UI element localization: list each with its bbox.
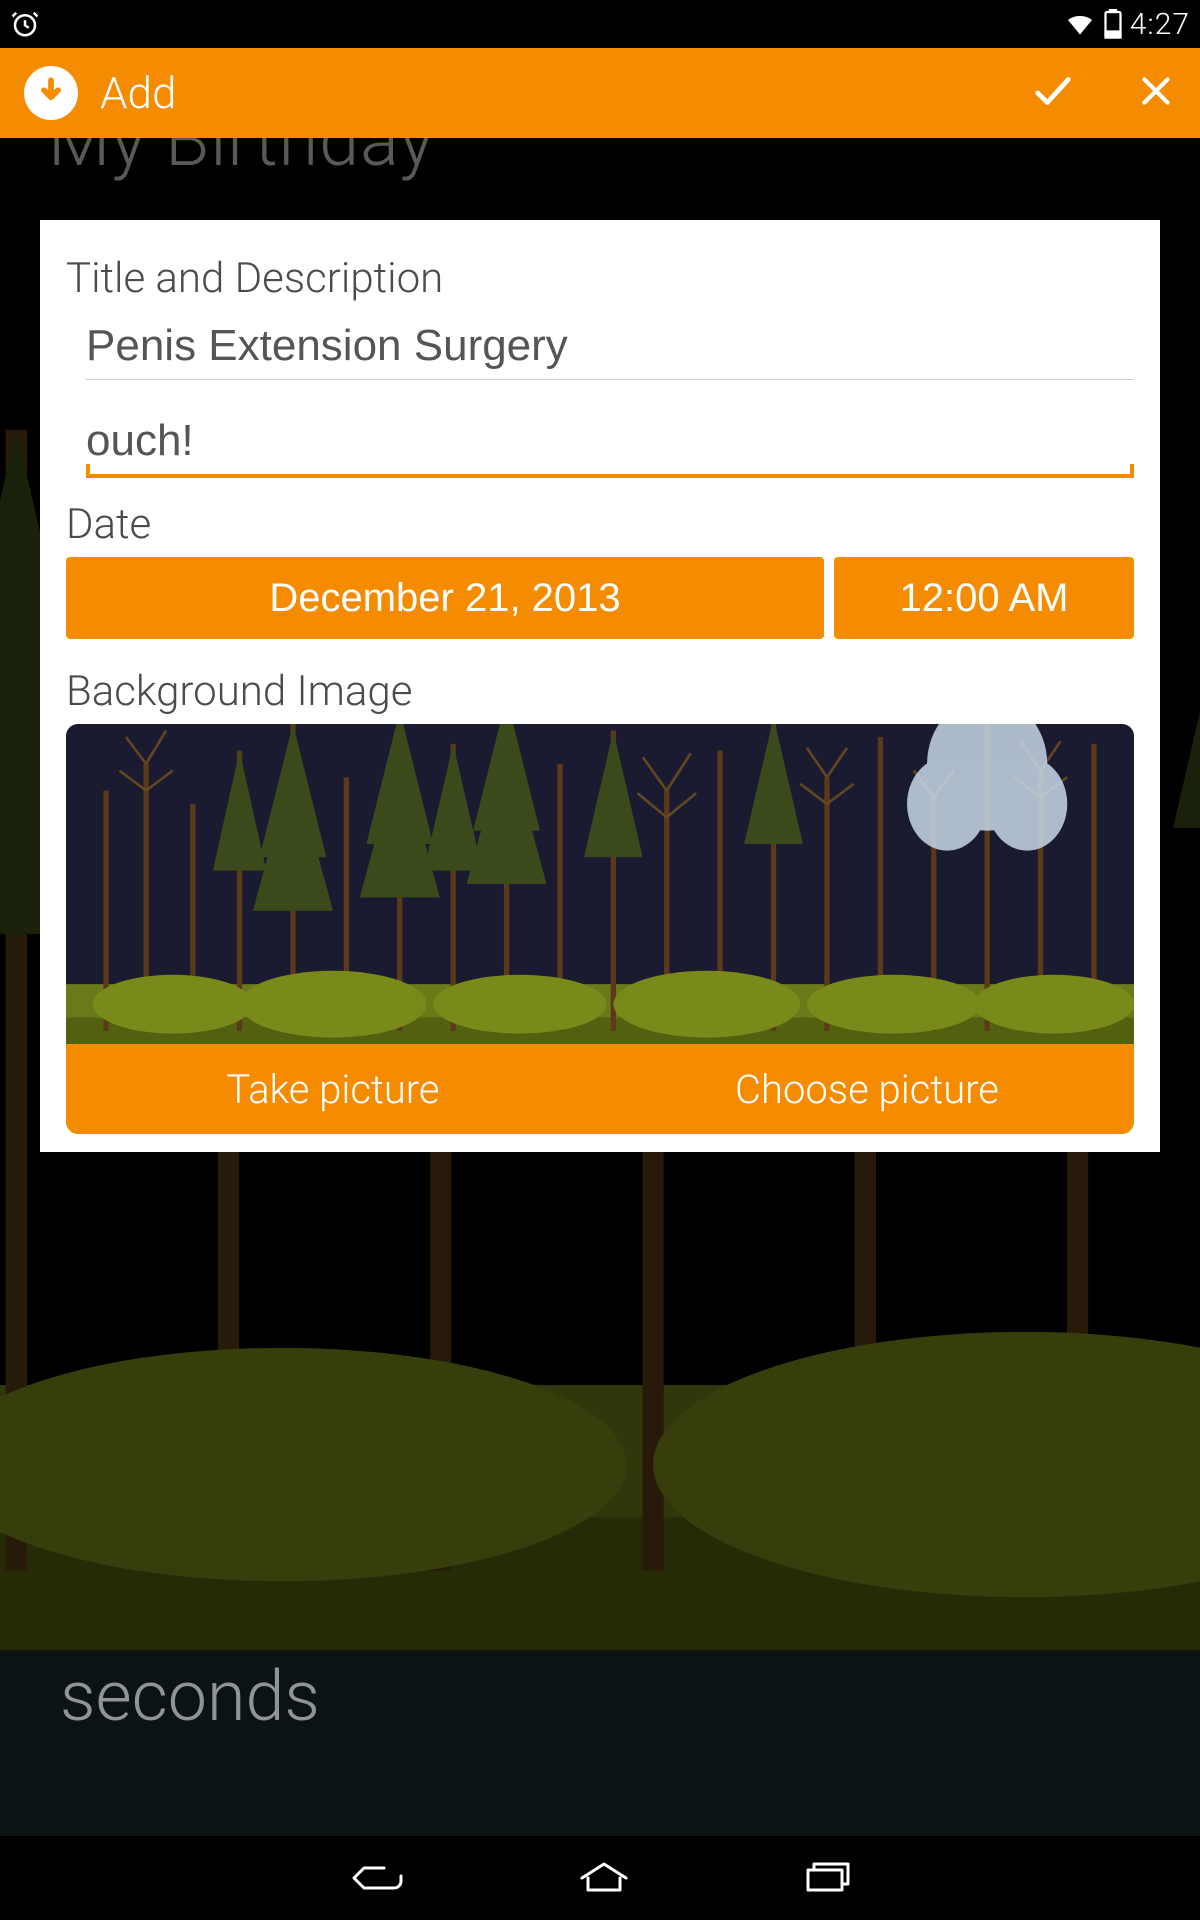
app-bar-title: Add [100,67,176,119]
date-section-label: Date [66,500,1134,549]
time-picker-button[interactable]: 12:00 AM [834,557,1134,639]
title-input[interactable] [86,311,1134,380]
title-section-label: Title and Description [66,254,1134,303]
choose-picture-button[interactable]: Choose picture [600,1044,1134,1134]
focus-underline [86,474,1134,478]
back-button[interactable] [346,1856,406,1900]
take-picture-button[interactable]: Take picture [66,1044,600,1134]
battery-icon [1104,9,1122,39]
description-input[interactable] [86,410,1134,478]
app-logo-icon[interactable] [24,66,78,120]
home-button[interactable] [576,1856,632,1900]
wifi-icon [1064,8,1096,40]
app-bar: Add [0,48,1200,138]
status-clock: 4:27 [1130,7,1190,42]
close-button[interactable] [1136,71,1176,115]
recents-button[interactable] [802,1856,854,1900]
date-picker-button[interactable]: December 21, 2013 [66,557,824,639]
background-seconds-label: seconds [60,1656,320,1738]
status-bar: 4:27 [0,0,1200,48]
background-image-label: Background Image [66,667,1134,716]
background-title-peek: My Birthday [48,138,434,183]
confirm-button[interactable] [1030,68,1076,118]
background-image-preview[interactable] [66,724,1134,1044]
navigation-bar [0,1836,1200,1920]
alarm-icon [10,9,40,39]
add-event-dialog: Title and Description Date December 21, … [40,220,1160,1152]
